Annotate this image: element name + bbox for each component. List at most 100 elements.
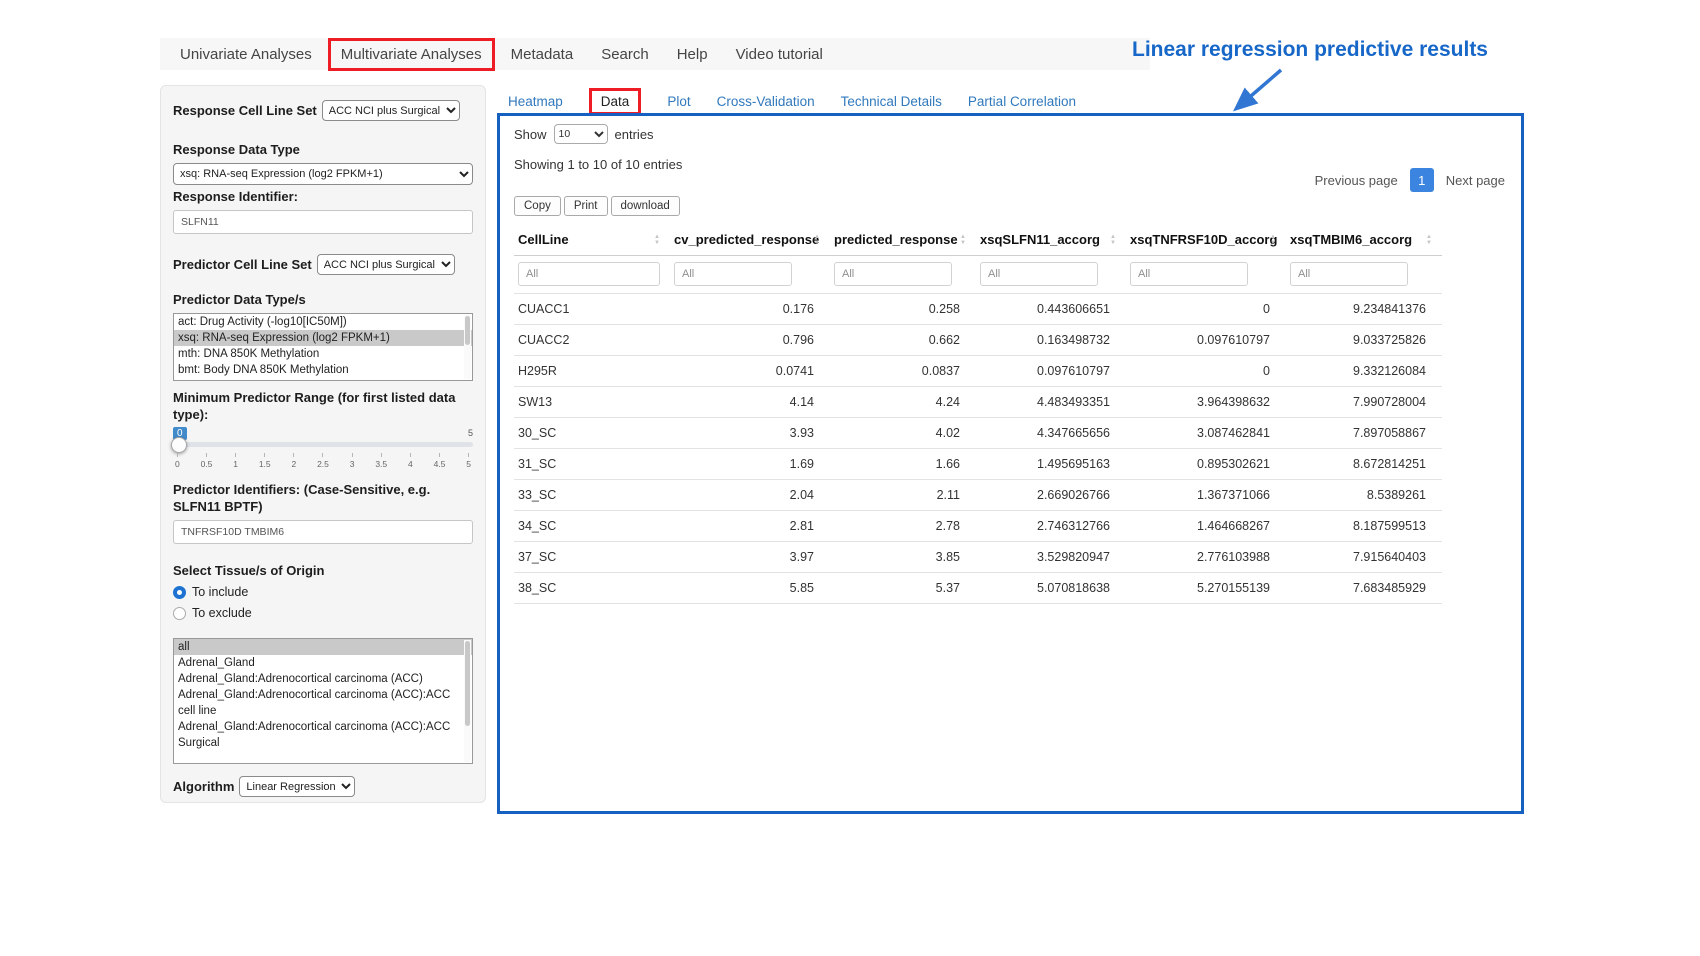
control-sidebar: Response Cell Line Set ACC NCI plus Surg… xyxy=(160,85,486,803)
table-filter-row xyxy=(514,256,1442,294)
tab-plot[interactable]: Plot xyxy=(667,94,690,109)
nav-item-metadata[interactable]: Metadata xyxy=(497,46,588,63)
algorithm-select[interactable]: Linear Regression xyxy=(239,776,355,797)
tab-data[interactable]: Data xyxy=(589,88,642,115)
response-data-type-select[interactable]: xsq: RNA-seq Expression (log2 FPKM+1) xyxy=(173,163,473,185)
column-header-predicted-response[interactable]: predicted_response▲▼ xyxy=(830,224,976,256)
response-cell-line-set-select[interactable]: ACC NCI plus Surgical xyxy=(322,100,460,121)
slider-tick-line xyxy=(352,453,353,457)
response-identifier-input[interactable] xyxy=(173,210,473,234)
predictor-cell-line-set-select[interactable]: ACC NCI plus Surgical xyxy=(317,254,455,275)
slider-tick: 0 xyxy=(175,453,180,469)
next-page-button[interactable]: Next page xyxy=(1446,173,1505,188)
cell-line-name: 33_SC xyxy=(514,480,670,511)
nav-item-help[interactable]: Help xyxy=(663,46,722,63)
slider-track[interactable] xyxy=(173,442,473,447)
nav-item-multivariate-analyses[interactable]: Multivariate Analyses xyxy=(328,38,495,71)
slider-tick-line xyxy=(410,453,411,457)
cell-value: 4.02 xyxy=(830,418,976,449)
show-entries-select[interactable]: 10 xyxy=(554,124,608,144)
predictor-identifiers-input[interactable] xyxy=(173,520,473,544)
sort-icon: ▲▼ xyxy=(1110,234,1116,246)
filter-input-xsqtnfrsf10d-accorg[interactable] xyxy=(1130,262,1248,286)
copy-button[interactable]: Copy xyxy=(514,196,561,216)
slider-tick-label: 2.5 xyxy=(317,459,329,469)
column-header-cellline[interactable]: CellLine▲▼ xyxy=(514,224,670,256)
nav-item-univariate-analyses[interactable]: Univariate Analyses xyxy=(166,46,326,63)
cell-value: 3.529820947 xyxy=(976,542,1126,573)
results-table: CellLine▲▼cv_predicted_response▲▼predict… xyxy=(514,224,1442,604)
cell-value: 3.85 xyxy=(830,542,976,573)
min-predictor-range-slider[interactable]: 0 5 00.511.522.533.544.55 xyxy=(173,427,473,473)
slider-tick-line xyxy=(293,453,294,457)
slider-tick-label: 0 xyxy=(175,459,180,469)
table-row: 33_SC2.042.112.6690267661.3673710668.538… xyxy=(514,480,1442,511)
predictor-data-type-list[interactable]: act: Drug Activity (-log10[IC50M])xsq: R… xyxy=(173,313,473,381)
response-data-type-label: Response Data Type xyxy=(173,141,473,158)
slider-tick-line xyxy=(264,453,265,457)
column-header-xsqslfn11-accorg[interactable]: xsqSLFN11_accorg▲▼ xyxy=(976,224,1126,256)
filter-input-cellline[interactable] xyxy=(518,262,660,286)
cell-line-name: 34_SC xyxy=(514,511,670,542)
slider-handle[interactable] xyxy=(171,437,187,453)
tissue-option[interactable]: Adrenal_Gland:Adrenocortical carcinoma (… xyxy=(174,687,472,719)
top-nav: Univariate AnalysesMultivariate Analyses… xyxy=(160,38,1150,70)
column-header-cv-predicted-response[interactable]: cv_predicted_response▲▼ xyxy=(670,224,830,256)
tab-partial-correlation[interactable]: Partial Correlation xyxy=(968,94,1076,109)
filter-cell xyxy=(830,256,976,294)
scrollbar-thumb[interactable] xyxy=(465,641,470,726)
nav-item-search[interactable]: Search xyxy=(587,46,663,63)
cell-line-name: 38_SC xyxy=(514,573,670,604)
slider-tick-label: 5 xyxy=(466,459,471,469)
download-button[interactable]: download xyxy=(611,196,680,216)
result-tabs: Heatmap Data Plot Cross-Validation Technical… xyxy=(508,88,1076,115)
cell-value: 1.495695163 xyxy=(976,449,1126,480)
scrollbar[interactable] xyxy=(464,640,471,762)
filter-input-xsqtmbim6-accorg[interactable] xyxy=(1290,262,1408,286)
tissue-option[interactable]: all xyxy=(174,639,472,655)
table-header-row: CellLine▲▼cv_predicted_response▲▼predict… xyxy=(514,224,1442,256)
tissue-radio-to-exclude[interactable]: To exclude xyxy=(173,606,473,620)
table-row: 38_SC5.855.375.0708186385.2701551397.683… xyxy=(514,573,1442,604)
predictor-data-type-option[interactable]: bmt: Body DNA 850K Methylation xyxy=(174,362,472,378)
tissue-option[interactable]: Adrenal_Gland xyxy=(174,655,472,671)
cell-value: 0.0837 xyxy=(830,356,976,387)
cell-value: 0 xyxy=(1126,356,1286,387)
tissue-option[interactable]: Adrenal_Gland:Adrenocortical carcinoma (… xyxy=(174,719,472,751)
column-header-xsqtnfrsf10d-accorg[interactable]: xsqTNFRSF10D_accorg▲▼ xyxy=(1126,224,1286,256)
previous-page-button[interactable]: Previous page xyxy=(1315,173,1398,188)
slider-tick: 0.5 xyxy=(201,453,213,469)
scrollbar-thumb[interactable] xyxy=(465,316,470,345)
predictor-data-type-option[interactable]: xsq: RNA-seq Expression (log2 FPKM+1) xyxy=(174,330,472,346)
filter-cell xyxy=(1286,256,1442,294)
filter-input-xsqslfn11-accorg[interactable] xyxy=(980,262,1098,286)
cell-value: 8.672814251 xyxy=(1286,449,1442,480)
tab-technical-details[interactable]: Technical Details xyxy=(841,94,942,109)
slider-tick-line xyxy=(206,453,207,457)
cell-value: 3.97 xyxy=(670,542,830,573)
tissue-radio-to-include[interactable]: To include xyxy=(173,585,473,599)
cell-value: 0.097610797 xyxy=(976,356,1126,387)
pagination: Previous page 1 Next page xyxy=(1315,168,1505,192)
filter-input-predicted-response[interactable] xyxy=(834,262,952,286)
sort-desc-icon: ▼ xyxy=(960,240,966,246)
filter-input-cv-predicted-response[interactable] xyxy=(674,262,792,286)
scrollbar[interactable] xyxy=(464,315,471,379)
slider-tick-line xyxy=(322,453,323,457)
nav-item-video-tutorial[interactable]: Video tutorial xyxy=(722,46,837,63)
predictor-data-type-option[interactable]: act: Drug Activity (-log10[IC50M]) xyxy=(174,314,472,330)
column-header-xsqtmbim6-accorg[interactable]: xsqTMBIM6_accorg▲▼ xyxy=(1286,224,1442,256)
tab-heatmap[interactable]: Heatmap xyxy=(508,94,563,109)
cell-value: 8.5389261 xyxy=(1286,480,1442,511)
tissue-option[interactable]: Adrenal_Gland:Adrenocortical carcinoma (… xyxy=(174,671,472,687)
predictor-data-type-option[interactable]: mth: DNA 850K Methylation xyxy=(174,346,472,362)
page-1-button[interactable]: 1 xyxy=(1410,168,1434,192)
tab-cross-validation[interactable]: Cross-Validation xyxy=(717,94,815,109)
slider-tick-label: 1.5 xyxy=(259,459,271,469)
sort-desc-icon: ▼ xyxy=(1270,240,1276,246)
cell-value: 0.0741 xyxy=(670,356,830,387)
tissue-list[interactable]: allAdrenal_GlandAdrenal_Gland:Adrenocort… xyxy=(173,638,473,764)
table-row: 30_SC3.934.024.3476656563.0874628417.897… xyxy=(514,418,1442,449)
cell-value: 4.14 xyxy=(670,387,830,418)
print-button[interactable]: Print xyxy=(564,196,608,216)
